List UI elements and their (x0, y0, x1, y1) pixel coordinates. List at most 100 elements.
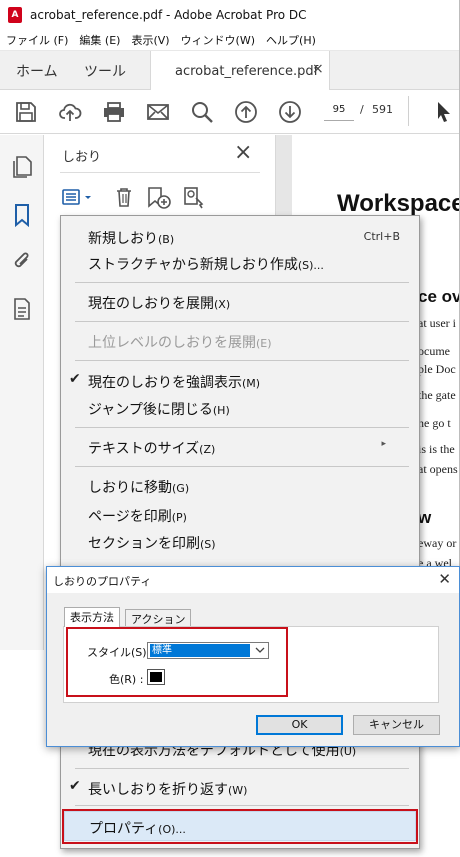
dialog-close-icon[interactable]: ✕ (438, 570, 451, 588)
menu-item-wrap-long-bookmarks[interactable]: ✔ 長いしおりを折り返す(W) (61, 775, 419, 801)
menu-item-close-after-jump[interactable]: ジャンプ後に閉じる(H) (61, 395, 419, 421)
menu-item-label: テキストのサイズ (88, 441, 200, 457)
menu-edit[interactable]: 編集 (E) (79, 32, 120, 48)
checkmark-icon: ✔ (69, 371, 81, 387)
save-icon[interactable] (14, 100, 38, 124)
properties-highlight-box (62, 809, 418, 844)
menu-item-label: 現在のしおりを展開 (88, 296, 214, 312)
tab-home[interactable]: ホーム (16, 51, 58, 90)
menu-item-accel: (G) (172, 482, 190, 495)
menu-item-label: ジャンプ後に閉じる (88, 402, 213, 418)
bookmarks-panel-title: しおり (62, 150, 102, 165)
menu-item-highlight-current[interactable]: ✔ 現在のしおりを強調表示(M) (61, 368, 419, 394)
document-icon[interactable] (11, 297, 33, 321)
menu-item-go-to-bookmark[interactable]: しおりに移動(G) (61, 473, 419, 499)
toolbar-divider (408, 96, 409, 126)
menu-item-expand-top-level: 上位レベルのしおりを展開(E) (61, 328, 419, 354)
menu-item-label: 長いしおりを折り返す (88, 782, 228, 798)
document-subheading: ce ov (418, 287, 460, 306)
bookmarks-close-icon[interactable]: × (234, 142, 252, 164)
menu-view[interactable]: 表示(V) (131, 32, 169, 48)
cloud-upload-icon[interactable] (58, 100, 82, 124)
menu-item-print-section[interactable]: セクションを印刷(S) (61, 529, 419, 555)
menu-bar: ファイル (F) 編集 (E) 表示(V) ウィンドウ(W) ヘルプ(H) (0, 30, 459, 51)
menu-item-text-size[interactable]: テキストのサイズ(Z) ▸ (61, 434, 419, 460)
menu-item-accel: (S)... (297, 259, 324, 272)
menu-item-accel: (P) (171, 511, 187, 524)
menu-separator (75, 360, 409, 361)
menu-window[interactable]: ウィンドウ(W) (181, 32, 255, 48)
document-text-line: he go t (418, 416, 451, 430)
menu-separator (75, 768, 409, 769)
dialog-title: しおりのプロパティ (53, 575, 152, 588)
document-text-line: the gate (418, 388, 456, 402)
select-cursor-icon[interactable] (432, 100, 456, 124)
tab-action[interactable]: アクション (125, 609, 192, 627)
attachment-icon[interactable] (11, 249, 33, 273)
pages-icon[interactable] (11, 155, 33, 179)
tab-close-icon[interactable]: × (312, 61, 324, 77)
menu-item-accel: (B) (158, 233, 175, 246)
page-down-icon[interactable] (278, 100, 302, 124)
dialog-title-bar: しおりのプロパティ ✕ (47, 567, 459, 593)
menu-item-print-pages[interactable]: ページを印刷(P) (61, 502, 419, 528)
trash-icon[interactable] (114, 186, 134, 208)
menu-item-label: ストラクチャから新規しおり作成 (88, 257, 298, 273)
bookmark-icon[interactable] (11, 203, 33, 227)
print-icon[interactable] (102, 100, 126, 124)
document-text-line: is is the (418, 442, 455, 456)
document-text-line: at opens (418, 462, 458, 476)
document-text-line: eway or (418, 536, 457, 550)
menu-item-accel: (S) (200, 538, 216, 551)
menu-item-new-bookmark[interactable]: 新規しおり(B) Ctrl+B (61, 224, 419, 250)
menu-separator (75, 321, 409, 322)
document-text-line: ocume (418, 344, 450, 358)
ok-button[interactable]: OK (256, 715, 343, 735)
menu-item-accel: (X) (214, 298, 231, 311)
panel-divider (60, 172, 260, 173)
menu-file[interactable]: ファイル (F) (6, 32, 68, 48)
navigation-rail (0, 135, 44, 650)
tab-tools[interactable]: ツール (84, 51, 126, 90)
page-separator: / (360, 103, 364, 116)
menu-item-accel: (M) (242, 377, 261, 390)
menu-item-label: 現在のしおりを強調表示 (88, 375, 242, 391)
menu-separator (75, 427, 409, 428)
tab-document-label: acrobat_reference.pdf (175, 63, 319, 79)
menu-item-label: 新規しおり (88, 231, 158, 247)
tab-appearance[interactable]: 表示方法 (64, 607, 120, 627)
acrobat-app-icon: A (8, 7, 22, 23)
search-icon[interactable] (190, 100, 214, 124)
menu-item-accel: (H) (212, 404, 230, 417)
menu-help[interactable]: ヘルプ(H) (266, 32, 316, 48)
window-title: acrobat_reference.pdf - Adobe Acrobat Pr… (30, 8, 307, 22)
tab-document[interactable]: acrobat_reference.pdf (150, 51, 330, 91)
menu-item-accel: (Z) (199, 443, 216, 456)
menu-item-label: しおりに移動 (88, 480, 172, 496)
menu-item-expand-current[interactable]: 現在のしおりを展開(X) (61, 289, 419, 315)
menu-separator (75, 805, 409, 806)
title-bar: A acrobat_reference.pdf - Adobe Acrobat … (0, 0, 459, 30)
menu-item-accel: (W) (228, 784, 248, 797)
menu-item-label: 上位レベルのしおりを展開 (88, 335, 256, 351)
tab-bar: ホーム ツール acrobat_reference.pdf × (0, 51, 459, 91)
document-heading: Workspace (337, 190, 460, 217)
bookmark-search-icon[interactable] (182, 186, 206, 210)
document-text-line: at user i (418, 316, 456, 330)
page-up-icon[interactable] (234, 100, 258, 124)
options-menu-icon[interactable] (62, 188, 96, 208)
new-bookmark-icon[interactable] (146, 186, 172, 210)
page-number-input[interactable]: 95 (324, 99, 354, 121)
bookmark-options-menu: 新規しおり(B) Ctrl+B ストラクチャから新規しおり作成(S)... 現在… (60, 215, 420, 849)
checkmark-icon: ✔ (69, 778, 81, 794)
menu-item-accel: (E) (256, 337, 272, 350)
menu-item-shortcut: Ctrl+B (363, 230, 400, 243)
menu-item-new-from-structure[interactable]: ストラクチャから新規しおり作成(S)... (61, 250, 419, 276)
menu-item-label: セクションを印刷 (88, 536, 200, 552)
submenu-arrow-icon: ▸ (381, 439, 386, 449)
menu-separator (75, 282, 409, 283)
cancel-button[interactable]: キャンセル (353, 715, 440, 735)
mail-icon[interactable] (146, 100, 170, 124)
page-total: 591 (372, 103, 393, 116)
menu-item-label: ページを印刷 (88, 509, 172, 525)
